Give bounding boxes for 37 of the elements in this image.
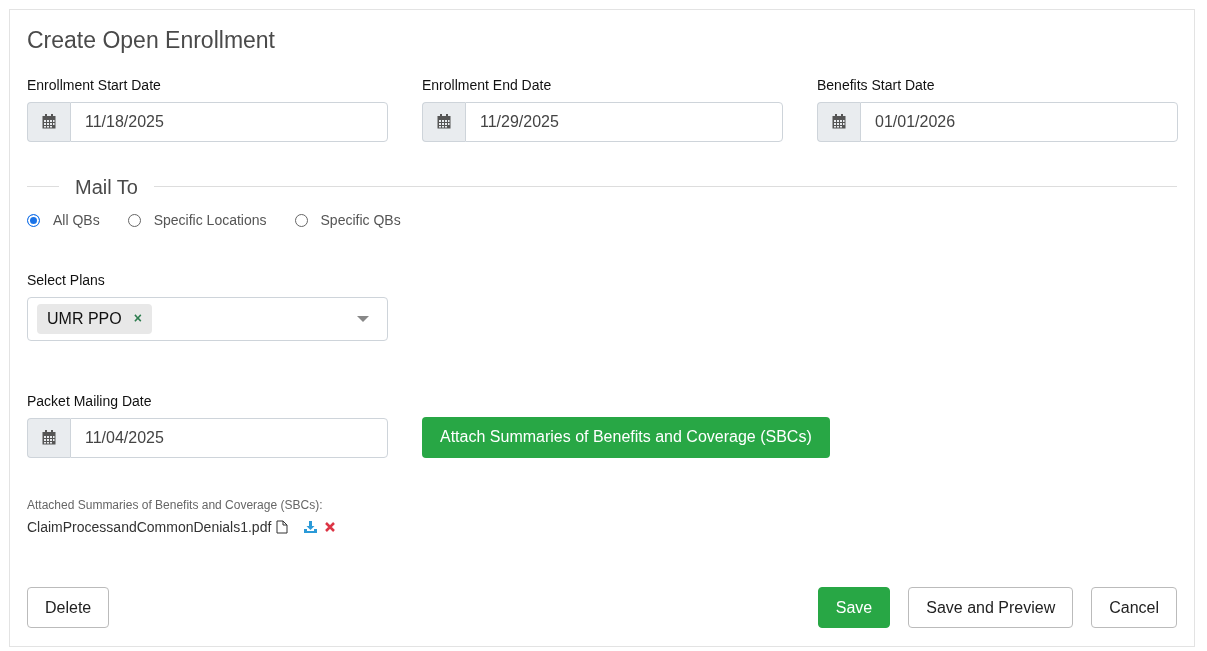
radio-button[interactable]	[127, 213, 141, 227]
field-label: Enrollment Start Date	[27, 75, 162, 95]
action-button[interactable]: Save and Preview	[908, 587, 1074, 628]
action-button[interactable]: Cancel	[1091, 587, 1177, 628]
field-label: Enrollment End Date	[422, 75, 553, 95]
section-legend: Mail To	[59, 171, 154, 202]
radio-label[interactable]: Specific QBs	[320, 209, 401, 231]
date-field[interactable]: 01/01/2026	[860, 101, 1178, 142]
file-name: ClaimProcessandCommonDenials1.pdf	[27, 517, 272, 537]
calendar-icon	[437, 114, 451, 130]
dropdown-caret-icon[interactable]	[357, 315, 369, 322]
calendar-button[interactable]	[27, 417, 70, 458]
delete-icon[interactable]	[325, 522, 336, 533]
radio-button[interactable]	[27, 213, 40, 227]
radio-button[interactable]	[294, 213, 308, 227]
radio-label[interactable]: Specific Locations	[153, 209, 267, 231]
remove-tag-button[interactable]: ×	[133, 308, 142, 330]
date-field[interactable]: 11/18/2025	[70, 101, 388, 142]
radio-label[interactable]: All QBs	[53, 209, 100, 231]
plan-select[interactable]: UMR PPO ×	[27, 296, 388, 341]
field-label: Select Plans	[27, 270, 106, 290]
calendar-button[interactable]	[27, 101, 70, 142]
calendar-button[interactable]	[817, 101, 860, 142]
date-field[interactable]: 11/29/2025	[465, 101, 783, 142]
calendar-icon	[42, 430, 56, 446]
tag-label: UMR PPO	[47, 308, 122, 329]
calendar-icon	[832, 114, 846, 130]
document-icon	[276, 520, 289, 535]
download-icon[interactable]	[304, 521, 318, 534]
action-button[interactable]: Delete	[27, 587, 110, 628]
attachments-heading: Attached Summaries of Benefits and Coverage (SBCs):	[27, 496, 324, 514]
date-field[interactable]: 11/04/2025	[70, 417, 388, 458]
field-label: Benefits Start Date	[817, 75, 936, 95]
field-label: Packet Mailing Date	[27, 391, 153, 411]
calendar-button[interactable]	[422, 101, 465, 142]
page-title: Create Open Enrollment	[27, 27, 276, 55]
calendar-icon	[42, 114, 56, 130]
